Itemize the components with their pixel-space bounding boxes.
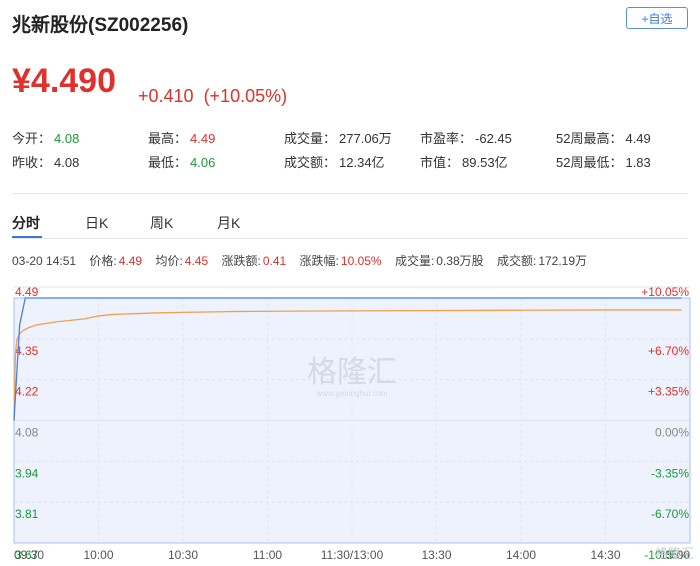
x-tick-label: 11:30/13:00 bbox=[321, 548, 384, 562]
watermark-sub: www.gelonghui.com bbox=[315, 389, 387, 398]
y-tick-label: 4.22 bbox=[15, 385, 39, 399]
intraday-chart[interactable]: 4.494.354.224.083.943.813.67+10.05%+6.70… bbox=[0, 0, 700, 566]
y-tick-label-right: 0.00% bbox=[655, 426, 689, 440]
corner-watermark: 格隆汇 bbox=[655, 546, 694, 562]
x-tick-label: 14:00 bbox=[506, 548, 536, 562]
y-tick-label: 3.94 bbox=[15, 466, 39, 480]
x-tick-label: 10:30 bbox=[168, 548, 198, 562]
x-tick-label: 14:30 bbox=[590, 548, 620, 562]
watermark-text: 格隆汇 bbox=[307, 355, 397, 390]
y-tick-label: 4.49 bbox=[15, 285, 39, 299]
y-tick-label: 4.08 bbox=[15, 426, 39, 440]
y-tick-label-right: +3.35% bbox=[648, 385, 689, 399]
x-tick-label: 11:00 bbox=[253, 548, 282, 562]
y-tick-label-right: +10.05% bbox=[641, 285, 689, 299]
x-tick-label: 13:30 bbox=[421, 548, 451, 562]
x-tick-label: 09:30 bbox=[14, 548, 44, 562]
x-tick-label: 10:00 bbox=[83, 548, 113, 562]
y-tick-label-right: -6.70% bbox=[651, 507, 689, 521]
y-tick-label-right: +6.70% bbox=[648, 344, 689, 358]
y-tick-label-right: -3.35% bbox=[651, 466, 689, 480]
y-tick-label: 3.81 bbox=[15, 507, 39, 521]
